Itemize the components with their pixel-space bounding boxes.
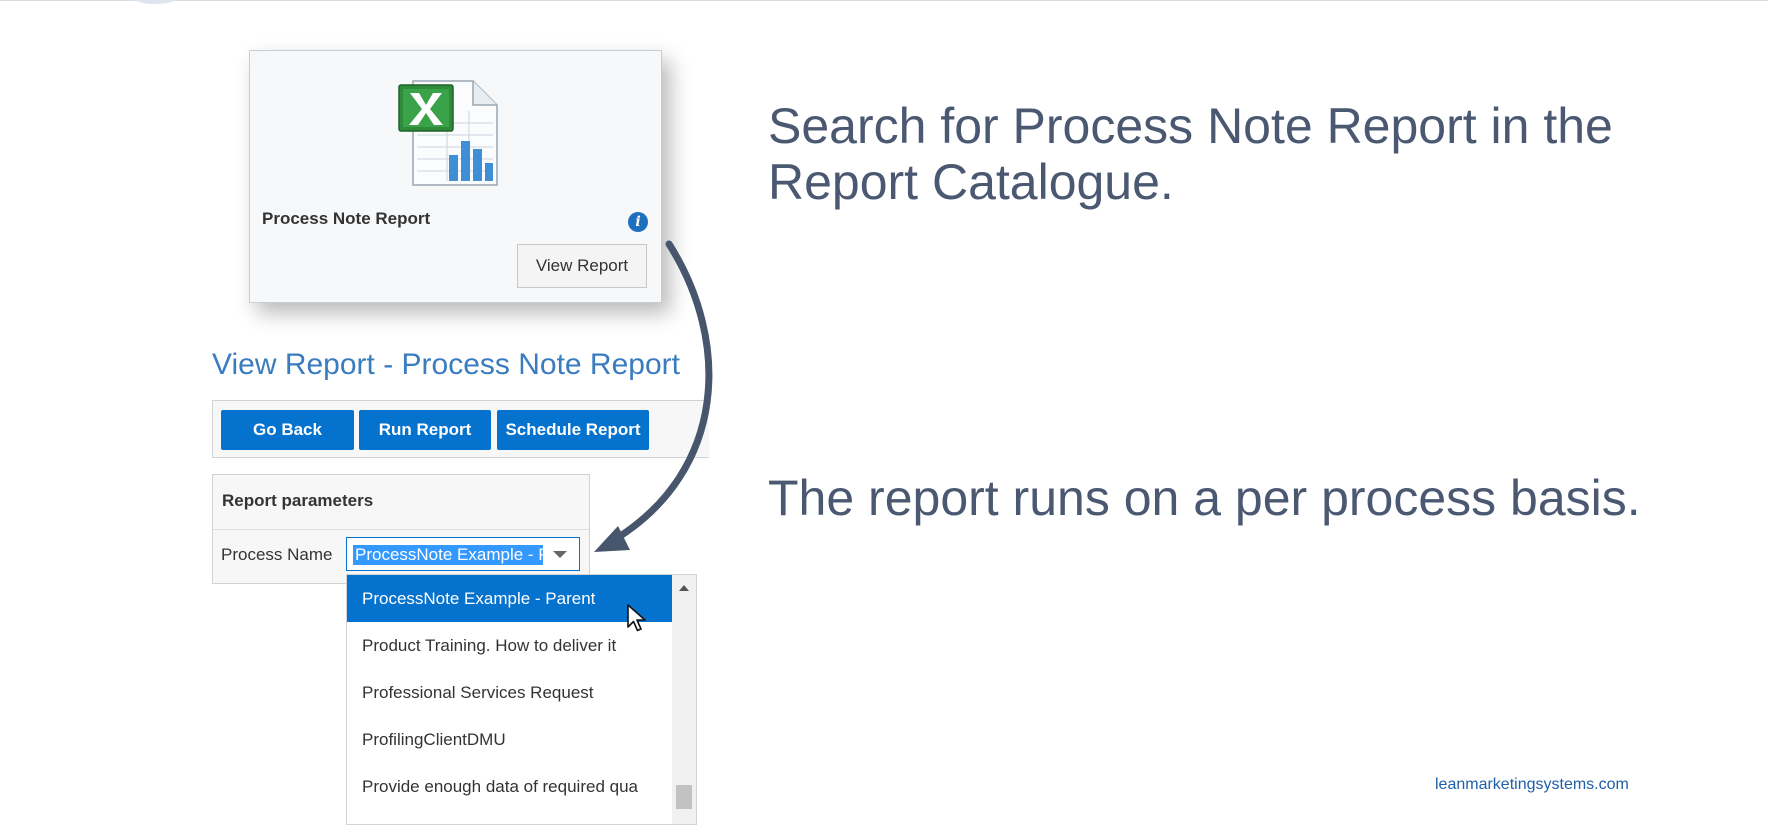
report-parameters-panel: Report parameters Process Name ProcessNo… <box>212 474 590 584</box>
report-tile[interactable]: Process Note Report i View Report <box>249 50 662 303</box>
view-report-button[interactable]: View Report <box>517 244 647 288</box>
page-title: View Report - Process Note Report <box>212 348 680 381</box>
report-toolbar: Go Back Run Report Schedule Report <box>212 400 709 458</box>
scrollbar-thumb[interactable] <box>676 785 692 809</box>
divider <box>213 529 589 530</box>
dropdown-scrollbar[interactable] <box>672 575 696 824</box>
footer-website-link[interactable]: leanmarketingsystems.com <box>1435 776 1629 794</box>
process-name-label: Process Name <box>221 545 333 564</box>
run-report-button[interactable]: Run Report <box>359 410 491 450</box>
report-title: Process Note Report <box>262 209 431 228</box>
dropdown-option[interactable]: ProfilingClientDMU <box>347 716 672 763</box>
parameters-header: Report parameters <box>222 491 374 510</box>
mouse-pointer-icon <box>627 604 646 632</box>
info-icon[interactable]: i <box>628 212 648 232</box>
dropdown-option[interactable]: Product Training. How to deliver it <box>347 622 672 669</box>
dropdown-option[interactable]: ProcessNote Example - Parent <box>347 575 672 622</box>
process-name-select[interactable]: ProcessNote Example - P <box>346 537 580 571</box>
chevron-down-icon[interactable] <box>553 551 567 558</box>
excel-report-icon <box>398 80 498 186</box>
scroll-up-arrow-icon[interactable] <box>679 585 689 591</box>
dropdown-option[interactable]: Professional Services Request <box>347 669 672 716</box>
dropdown-option[interactable]: Provide enough data of required qua <box>347 763 672 810</box>
instruction-caption-per-process: The report runs on a per process basis. <box>768 470 1641 526</box>
process-name-value[interactable]: ProcessNote Example - P <box>353 545 543 565</box>
instruction-caption-search: Search for Process Note Report in the Re… <box>768 98 1613 210</box>
schedule-report-button[interactable]: Schedule Report <box>497 410 649 450</box>
go-back-button[interactable]: Go Back <box>221 410 354 450</box>
top-divider <box>0 0 1768 1</box>
decorative-shape <box>132 0 178 4</box>
